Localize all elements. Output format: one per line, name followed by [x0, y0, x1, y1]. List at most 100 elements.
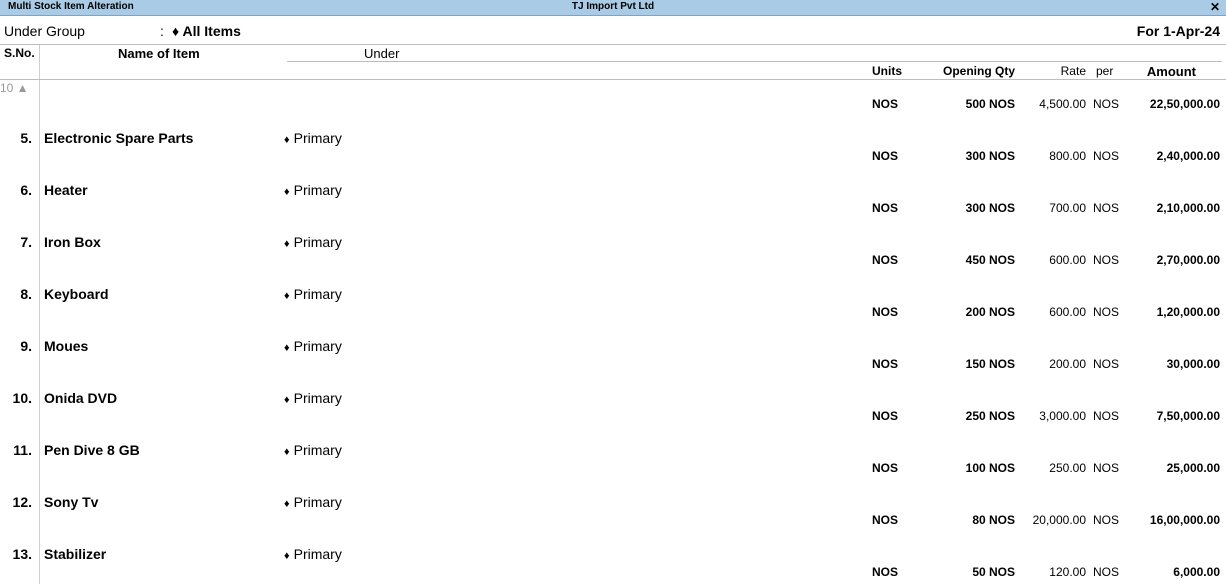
close-icon[interactable]: ✕ — [1210, 0, 1220, 14]
header-opening-qty: Opening Qty — [943, 64, 1015, 78]
under-cell[interactable]: ♦ Primary — [284, 390, 342, 406]
rate-cell[interactable]: 600.00 — [1049, 305, 1086, 319]
diamond-icon: ♦ — [284, 394, 290, 406]
table-row[interactable]: 8. Keyboard ♦ Primary — [0, 286, 1226, 304]
title-bar: Multi Stock Item Alteration TJ Import Pv… — [0, 0, 1226, 16]
table-row-values[interactable]: NOS 500 NOS 4,500.00 NOS 22,50,000.00 — [0, 97, 1226, 115]
item-name-cell[interactable]: Stabilizer — [44, 546, 106, 562]
under-cell[interactable]: ♦ Primary — [284, 286, 342, 302]
table-row[interactable]: 9. Moues ♦ Primary — [0, 338, 1226, 356]
table-row-values[interactable]: NOS 100 NOS 250.00 NOS 25,000.00 — [0, 461, 1226, 479]
under-cell[interactable]: ♦ Primary — [284, 494, 342, 510]
table-row[interactable]: 6. Heater ♦ Primary — [0, 182, 1226, 200]
rate-cell[interactable]: 250.00 — [1049, 461, 1086, 475]
under-value: Primary — [293, 182, 342, 198]
table-row-values[interactable]: NOS 450 NOS 600.00 NOS 2,70,000.00 — [0, 253, 1226, 271]
per-cell[interactable]: NOS — [1093, 97, 1119, 111]
table-row[interactable]: 12. Sony Tv ♦ Primary — [0, 494, 1226, 512]
item-name-cell[interactable]: Iron Box — [44, 234, 101, 250]
item-name-cell[interactable]: Pen Dive 8 GB — [44, 442, 140, 458]
period-date: For 1-Apr-24 — [1136, 23, 1220, 39]
sno-cell: 7. — [20, 234, 32, 250]
sno-cell: 9. — [20, 338, 32, 354]
item-name-cell[interactable]: Electronic Spare Parts — [44, 130, 193, 146]
rate-cell[interactable]: 800.00 — [1049, 149, 1086, 163]
per-cell[interactable]: NOS — [1093, 305, 1119, 319]
under-cell[interactable]: ♦ Primary — [284, 442, 342, 458]
units-cell[interactable]: NOS — [872, 357, 898, 371]
under-cell[interactable]: ♦ Primary — [284, 182, 342, 198]
rate-cell[interactable]: 600.00 — [1049, 253, 1086, 267]
header-name-of-item: Name of Item — [118, 46, 200, 61]
table-row-values[interactable]: NOS 150 NOS 200.00 NOS 30,000.00 — [0, 357, 1226, 375]
per-cell[interactable]: NOS — [1093, 357, 1119, 371]
diamond-icon: ♦ — [284, 238, 290, 250]
units-cell[interactable]: NOS — [872, 409, 898, 423]
table-row[interactable]: 5. Electronic Spare Parts ♦ Primary — [0, 130, 1226, 148]
opening-qty-cell[interactable]: 300 NOS — [966, 149, 1015, 163]
opening-qty-cell[interactable]: 150 NOS — [966, 357, 1015, 371]
table-row[interactable]: 10. Onida DVD ♦ Primary — [0, 390, 1226, 408]
under-group-label: Under Group — [4, 23, 85, 39]
opening-qty-cell[interactable]: 100 NOS — [966, 461, 1015, 475]
table-row[interactable]: 7. Iron Box ♦ Primary — [0, 234, 1226, 252]
sno-cell: 13. — [12, 546, 32, 562]
opening-qty-cell[interactable]: 250 NOS — [966, 409, 1015, 423]
under-group-value[interactable]: ♦ All Items — [172, 23, 241, 39]
rate-cell[interactable]: 3,000.00 — [1039, 409, 1086, 423]
rate-cell[interactable]: 120.00 — [1049, 565, 1086, 579]
rate-cell[interactable]: 20,000.00 — [1033, 513, 1086, 527]
units-cell[interactable]: NOS — [872, 565, 898, 579]
units-cell[interactable]: NOS — [872, 305, 898, 319]
under-cell[interactable]: ♦ Primary — [284, 338, 342, 354]
diamond-icon: ♦ — [284, 446, 290, 458]
item-name-cell[interactable]: Heater — [44, 182, 88, 198]
opening-qty-cell[interactable]: 80 NOS — [972, 513, 1015, 527]
item-name-cell[interactable]: Moues — [44, 338, 88, 354]
per-cell[interactable]: NOS — [1093, 253, 1119, 267]
table-row-values[interactable]: NOS 300 NOS 700.00 NOS 2,10,000.00 — [0, 201, 1226, 219]
item-name-cell[interactable]: Keyboard — [44, 286, 109, 302]
table-row-values[interactable]: NOS 200 NOS 600.00 NOS 1,20,000.00 — [0, 305, 1226, 323]
table-row-values[interactable]: NOS 300 NOS 800.00 NOS 2,40,000.00 — [0, 149, 1226, 167]
under-value: Primary — [293, 494, 342, 510]
item-name-cell[interactable]: Onida DVD — [44, 390, 117, 406]
header-rate: Rate — [1060, 64, 1086, 78]
units-cell[interactable]: NOS — [872, 97, 898, 111]
table-row-values[interactable]: NOS 50 NOS 120.00 NOS 6,000.00 — [0, 565, 1226, 583]
per-cell[interactable]: NOS — [1093, 461, 1119, 475]
item-name-cell[interactable]: Sony Tv — [44, 494, 98, 510]
table-row[interactable]: 13. Stabilizer ♦ Primary — [0, 546, 1226, 564]
per-cell[interactable]: NOS — [1093, 149, 1119, 163]
units-cell[interactable]: NOS — [872, 253, 898, 267]
opening-qty-cell[interactable]: 200 NOS — [966, 305, 1015, 319]
per-cell[interactable]: NOS — [1093, 513, 1119, 527]
rate-cell[interactable]: 4,500.00 — [1039, 97, 1086, 111]
opening-qty-cell[interactable]: 50 NOS — [972, 565, 1015, 579]
under-group-colon: : — [160, 23, 164, 39]
under-value: Primary — [293, 234, 342, 250]
units-cell[interactable]: NOS — [872, 513, 898, 527]
rate-cell[interactable]: 700.00 — [1049, 201, 1086, 215]
table-row[interactable]: 11. Pen Dive 8 GB ♦ Primary — [0, 442, 1226, 460]
sno-cell: 11. — [13, 442, 32, 458]
per-cell[interactable]: NOS — [1093, 565, 1119, 579]
under-cell[interactable]: ♦ Primary — [284, 546, 342, 562]
units-cell[interactable]: NOS — [872, 461, 898, 475]
opening-qty-cell[interactable]: 300 NOS — [966, 201, 1015, 215]
diamond-icon: ♦ — [284, 134, 290, 146]
table-row-values[interactable]: NOS 80 NOS 20,000.00 NOS 16,00,000.00 — [0, 513, 1226, 531]
per-cell[interactable]: NOS — [1093, 409, 1119, 423]
header-units: Units — [872, 64, 902, 78]
more-above-indicator[interactable]: 10 ▲ — [0, 81, 29, 95]
rate-cell[interactable]: 200.00 — [1049, 357, 1086, 371]
sno-cell: 5. — [20, 130, 32, 146]
per-cell[interactable]: NOS — [1093, 201, 1119, 215]
table-row-values[interactable]: NOS 250 NOS 3,000.00 NOS 7,50,000.00 — [0, 409, 1226, 427]
units-cell[interactable]: NOS — [872, 201, 898, 215]
opening-qty-cell[interactable]: 500 NOS — [966, 97, 1015, 111]
units-cell[interactable]: NOS — [872, 149, 898, 163]
under-cell[interactable]: ♦ Primary — [284, 130, 342, 146]
opening-qty-cell[interactable]: 450 NOS — [966, 253, 1015, 267]
under-cell[interactable]: ♦ Primary — [284, 234, 342, 250]
